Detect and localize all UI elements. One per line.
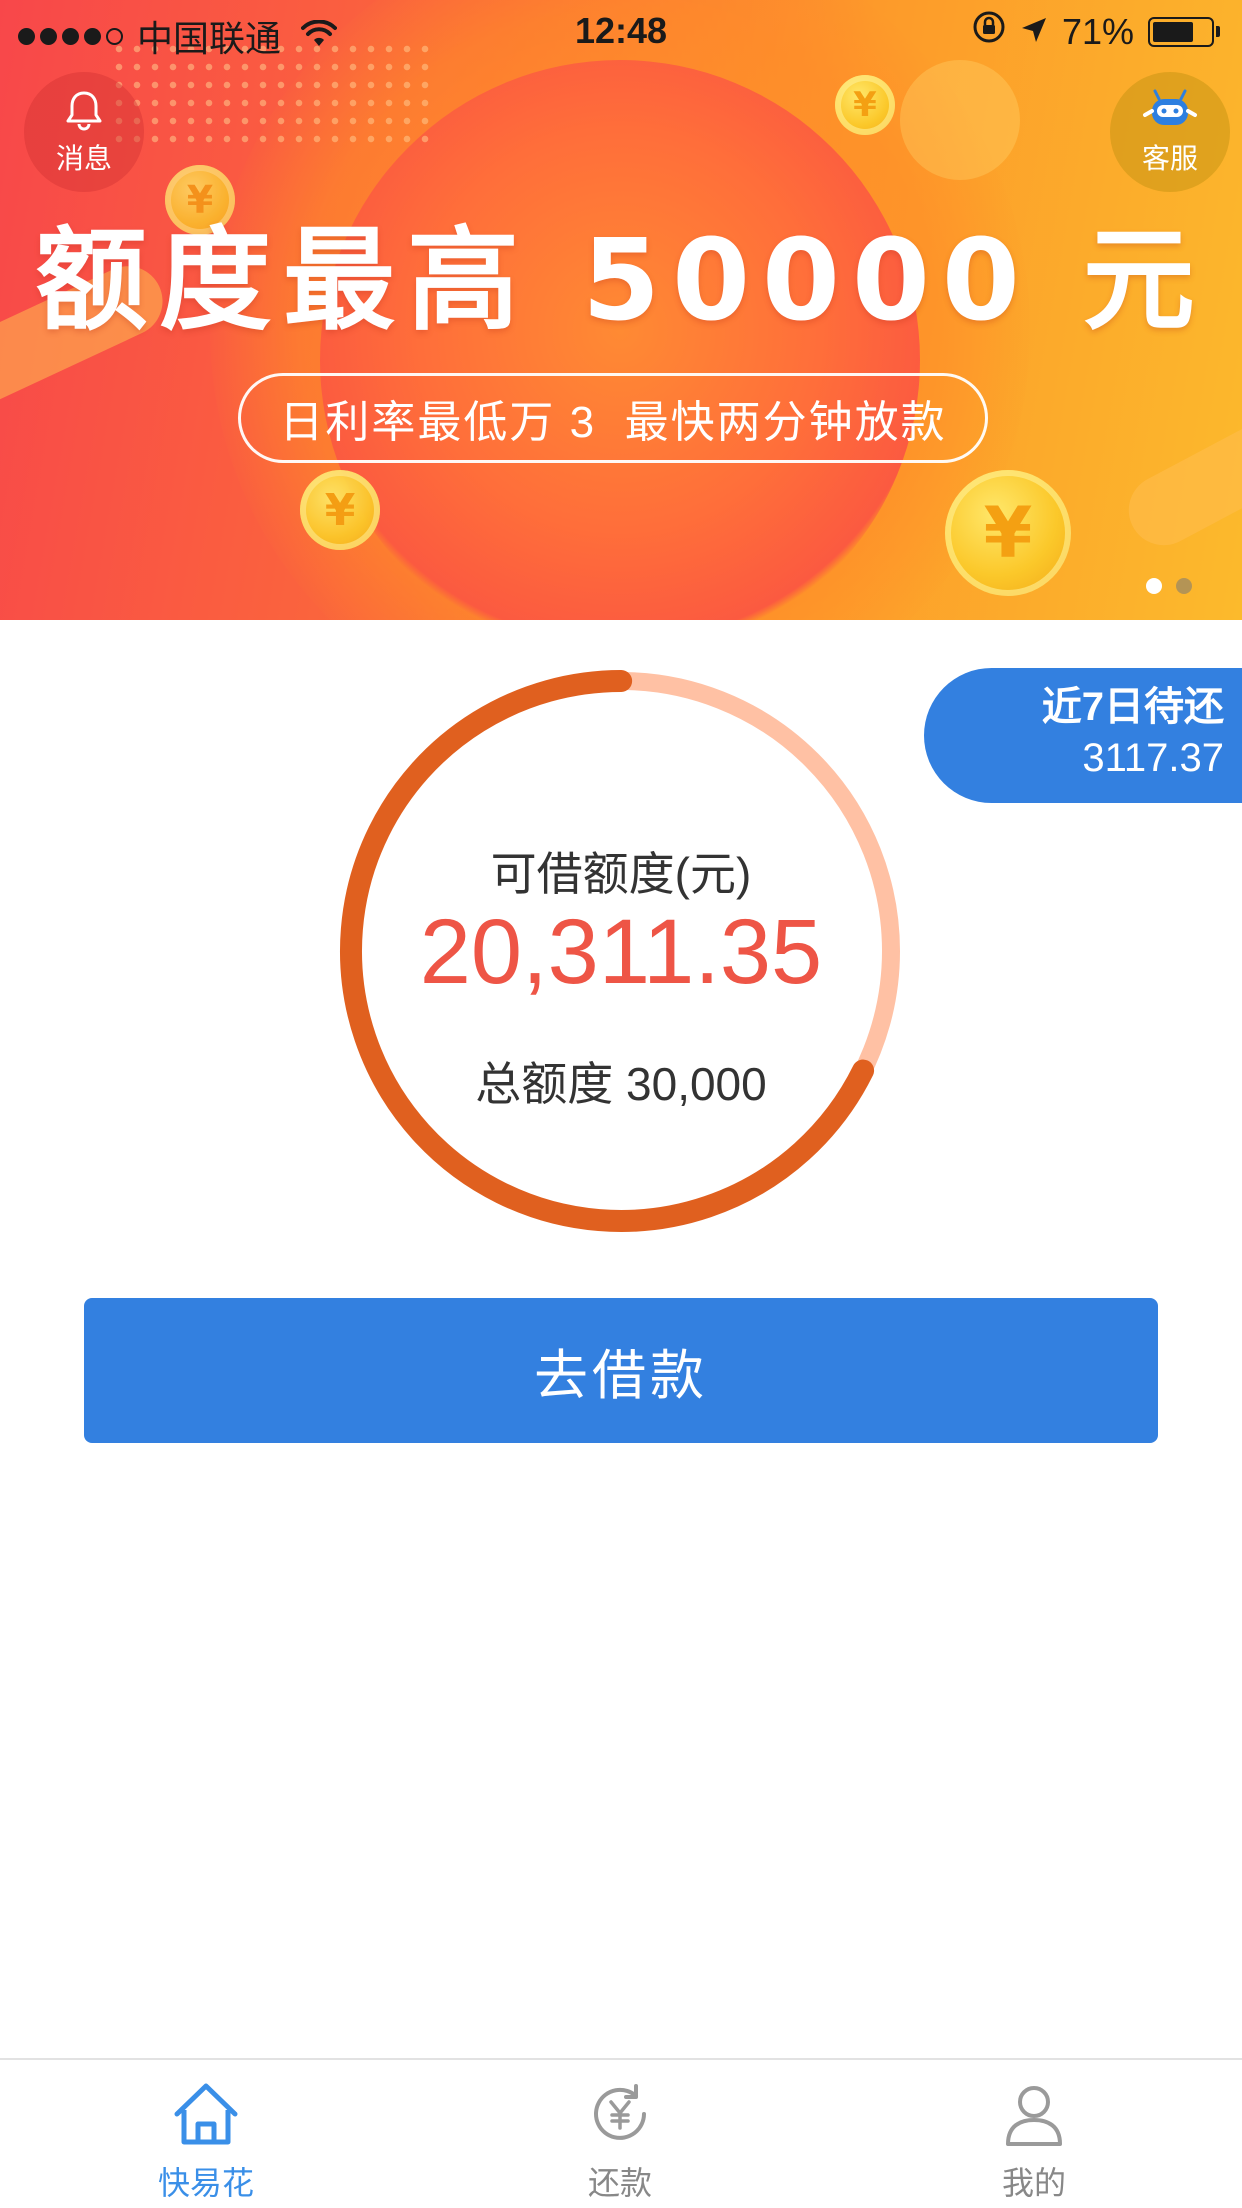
tab-repayment-label: 还款 — [587, 2165, 652, 2201]
bottom-tab-bar: 快易花 还款 我的 — [0, 2058, 1242, 2208]
banner-headline: 额度最高 50000 元 — [35, 216, 1207, 346]
page-dot-active — [1146, 578, 1162, 594]
promo-banner[interactable]: ¥ ¥ ¥ ¥ 额度最高 50000 元 日利率最低万 3 最快两分钟放款 — [0, 0, 1242, 620]
total-credit-label: 总额度 30,000 — [475, 1058, 767, 1110]
page-dot — [1176, 578, 1192, 594]
status-bar: 中国联通 12:48 71% — [0, 0, 1242, 62]
yuan-refresh-icon — [594, 2084, 646, 2140]
tab-repayment[interactable]: 还款 — [500, 2080, 740, 2204]
coin-icon: ¥ — [300, 470, 380, 550]
tab-profile[interactable]: 我的 — [914, 2080, 1154, 2204]
messages-label: 消息 — [55, 143, 112, 174]
battery-icon — [1148, 16, 1220, 47]
robot-icon — [1143, 89, 1197, 125]
status-right: 71% — [972, 10, 1220, 53]
upcoming-repayment-amount: 3117.37 — [1082, 736, 1224, 780]
borrow-button[interactable]: 去借款 — [84, 1298, 1158, 1443]
banner-page-indicator — [1146, 578, 1192, 594]
tab-profile-label: 我的 — [1001, 2165, 1066, 2201]
available-credit-amount: 20,311.35 — [419, 901, 823, 1003]
coin-icon: ¥ — [835, 75, 895, 135]
user-icon — [1006, 2086, 1062, 2146]
rotation-lock-icon — [972, 10, 1006, 53]
coin-icon: ¥ — [945, 470, 1071, 596]
banner-subline: 日利率最低万 3 最快两分钟放款 — [238, 373, 988, 463]
messages-button[interactable]: 消息 — [24, 72, 144, 192]
battery-percent: 71% — [1061, 10, 1134, 52]
customer-service-button[interactable]: 客服 — [1110, 72, 1230, 192]
location-arrow-icon — [1020, 11, 1048, 53]
bell-icon — [66, 91, 102, 131]
tab-home[interactable]: 快易花 — [86, 2080, 326, 2204]
banner-decoration — [900, 60, 1020, 180]
tab-home-label: 快易花 — [157, 2165, 254, 2201]
service-label: 客服 — [1141, 143, 1198, 174]
credit-gauge: 可借额度(元) 20,311.35 总额度 30,000 — [338, 668, 904, 1234]
available-credit-label: 可借额度(元) — [490, 848, 752, 900]
banner-decoration — [1116, 392, 1242, 558]
upcoming-repayment-title: 近7日待还 — [1041, 685, 1224, 729]
home-icon — [174, 2083, 238, 2145]
upcoming-repayment-tab[interactable]: 近7日待还 3117.37 — [924, 668, 1242, 803]
